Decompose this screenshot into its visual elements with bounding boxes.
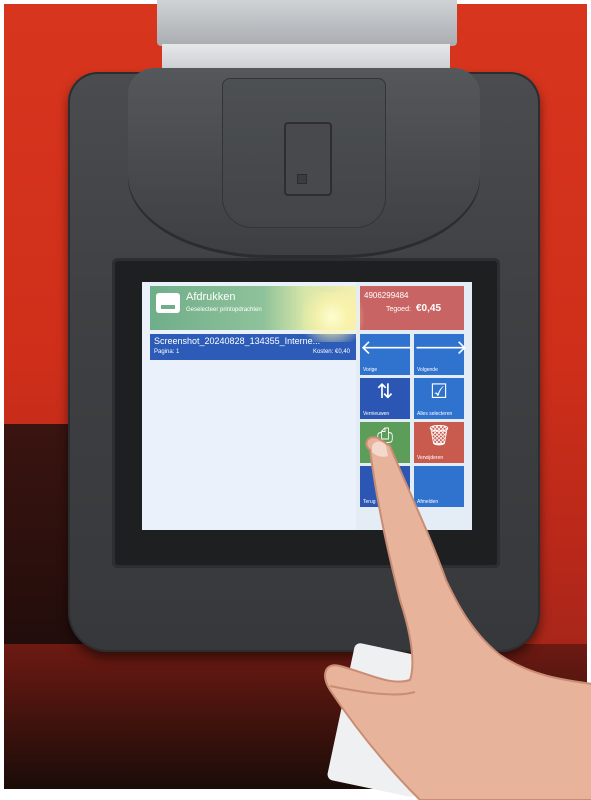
page-title: Afdrukken — [186, 291, 236, 303]
card-reader-indicator — [297, 174, 307, 184]
job-pages: Pagina: 1 — [154, 349, 180, 355]
select-all-icon: ☑ — [430, 381, 448, 403]
previous-label: Vorige — [363, 367, 378, 373]
paper-tray — [157, 0, 457, 46]
job-cost: Kosten: €0,40 — [312, 349, 350, 355]
balance-tile: 4906299484 Tegoed: €0,45 — [360, 286, 464, 330]
refresh-icon: ⇅ — [376, 381, 394, 403]
balance-label: Tegoed: — [386, 306, 411, 313]
light-glare — [292, 292, 372, 342]
page-subtitle: Geselecteer printopdrachten — [186, 307, 262, 313]
refresh-label: Vernieuwen — [363, 411, 390, 417]
pointing-hand — [324, 436, 591, 800]
card-reader — [284, 122, 332, 196]
next-label: Volgende — [417, 367, 438, 373]
printer-icon — [156, 293, 180, 313]
select-all-button[interactable]: ☑ Alles selecteren — [414, 378, 464, 419]
balance-amount: €0,45 — [416, 303, 442, 314]
select-all-label: Alles selecteren — [417, 411, 453, 417]
refresh-button[interactable]: ⇅ Vernieuwen — [360, 378, 410, 419]
next-button[interactable]: 🡒 Volgende — [414, 334, 468, 375]
arrow-right-icon: 🡒 — [414, 337, 468, 359]
